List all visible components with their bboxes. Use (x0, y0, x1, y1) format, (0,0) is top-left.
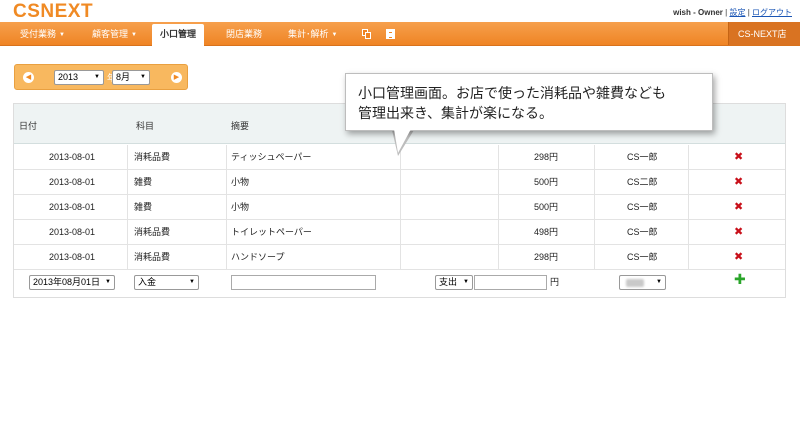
staff-select[interactable]: ▼ (619, 275, 666, 290)
table-row: 2013-08-01 消耗品費 トイレットペーパー 498円 CS一郎 ✖ (14, 220, 785, 245)
row-amount: 298円 (534, 152, 559, 162)
type-value: 入金 (138, 277, 157, 287)
direction-value: 支出 (439, 277, 458, 287)
store-label: CS-NEXT店 (738, 29, 787, 39)
chevron-right-icon: ▶ (173, 74, 180, 81)
month-value: 8月 (116, 72, 131, 82)
add-icon[interactable]: ✚ (734, 272, 746, 286)
row-memo: ティッシュペーパー (231, 152, 312, 162)
logout-link[interactable]: ログアウト (752, 8, 792, 17)
chevron-down-icon: ▼ (105, 279, 111, 285)
row-date: 2013-08-01 (49, 227, 96, 237)
amount-input[interactable] (474, 275, 547, 290)
separator: | (725, 8, 728, 17)
settings-link[interactable]: 設定 (729, 8, 745, 17)
nav-item-label: 小口管理 (160, 29, 197, 39)
delete-icon[interactable]: ✖ (734, 202, 744, 213)
nav-item-label: 集計･解析 (288, 29, 329, 39)
callout-tail-inner (394, 129, 411, 153)
row-date: 2013-08-01 (49, 202, 96, 212)
row-amount: 500円 (534, 202, 559, 212)
nav-item-label: 閉店業務 (226, 29, 263, 39)
separator: | (747, 8, 750, 17)
nav-item-customers[interactable]: 顧客管理 ▼ (92, 22, 137, 46)
annotation-callout: 小口管理画面。お店で使った消耗品や雑費なども 管理出来き、集計が楽になる。 (345, 73, 713, 131)
callout-text: 小口管理画面。お店で使った消耗品や雑費なども 管理出来き、集計が楽になる。 (358, 83, 666, 123)
callout-line-1: 小口管理画面。お店で使った消耗品や雑費なども (358, 85, 666, 101)
document-icon[interactable] (386, 29, 395, 39)
column-header-memo: 摘要 (231, 121, 250, 131)
nav-item-reception[interactable]: 受付業務 ▼ (20, 22, 65, 46)
row-amount: 298円 (534, 252, 559, 262)
callout-line-2: 管理出来き、集計が楽になる。 (358, 105, 554, 121)
row-category: 消耗品費 (134, 227, 171, 237)
amount-unit: 円 (550, 277, 560, 287)
blurred-staff-name (626, 279, 644, 287)
column-header-date: 日付 (19, 121, 38, 131)
nav-item-analytics[interactable]: 集計･解析 ▼ (288, 22, 337, 46)
chevron-down-icon: ▼ (189, 279, 195, 285)
chevron-down-icon: ▼ (463, 279, 469, 285)
date-value: 2013年08月01日 (33, 277, 101, 287)
row-category: 消耗品費 (134, 252, 171, 262)
chevron-down-icon: ▼ (94, 74, 100, 80)
chevron-down-icon: ▼ (140, 74, 146, 80)
chevron-down-icon: ▼ (656, 279, 662, 285)
row-staff: CS一郎 (627, 227, 658, 237)
column-header-category: 科目 (136, 121, 155, 131)
row-memo: 小物 (231, 177, 250, 187)
row-amount: 500円 (534, 177, 559, 187)
chevron-left-icon: ◀ (25, 74, 32, 81)
row-category: 雑費 (134, 202, 153, 212)
year-value: 2013 (58, 72, 79, 82)
app-logo[interactable]: CSNEXT (13, 1, 93, 23)
memo-input[interactable] (231, 275, 376, 290)
nav-item-label: 受付業務 (20, 29, 57, 39)
type-select[interactable]: 入金 ▼ (134, 275, 199, 290)
row-memo: トイレットペーパー (231, 227, 312, 237)
chevron-down-icon: ▼ (331, 32, 338, 38)
top-bar: CSNEXT wish - Owner | 設定 | ログアウト (0, 0, 800, 22)
year-select[interactable]: 2013 ▼ (54, 70, 104, 85)
nav-item-label: 顧客管理 (92, 29, 129, 39)
date-select[interactable]: 2013年08月01日 ▼ (29, 275, 115, 290)
nav-item-closing[interactable]: 閉店業務 (226, 22, 262, 46)
logo-text: CSNEXT (13, 1, 94, 22)
nav-item-petty-cash[interactable]: 小口管理 (152, 24, 205, 46)
delete-icon[interactable]: ✖ (734, 252, 744, 263)
store-menu[interactable]: CS-NEXT店 (728, 22, 800, 45)
delete-icon[interactable]: ✖ (734, 152, 744, 163)
user-bar: wish - Owner | 設定 | ログアウト (673, 7, 792, 18)
row-category: 消耗品費 (134, 152, 171, 162)
date-selector: ◀ 2013 ▼ 年 8月 ▼ ▶ (14, 64, 188, 90)
copy-icon[interactable] (362, 29, 371, 39)
row-memo: 小物 (231, 202, 250, 212)
row-staff: CS一郎 (627, 252, 658, 262)
row-category: 雑費 (134, 177, 153, 187)
row-staff: CS一郎 (627, 152, 658, 162)
table-row: 2013-08-01 雑費 小物 500円 CS二郎 ✖ (14, 170, 785, 195)
delete-icon[interactable]: ✖ (734, 177, 744, 188)
direction-select[interactable]: 支出 ▼ (435, 275, 473, 290)
row-amount: 498円 (534, 227, 559, 237)
new-entry-form: 2013年08月01日 ▼ 入金 ▼ 支出 ▼ 円 ▼ ✚ (14, 267, 785, 297)
table-row: 2013-08-01 雑費 小物 500円 CS一郎 ✖ (14, 195, 785, 220)
month-select[interactable]: 8月 ▼ (112, 70, 150, 85)
row-staff: CS一郎 (627, 202, 658, 212)
row-memo: ハンドソープ (231, 252, 285, 262)
row-date: 2013-08-01 (49, 252, 96, 262)
chevron-down-icon: ▼ (131, 32, 137, 38)
main-nav: 受付業務 ▼ 顧客管理 ▼ 小口管理 閉店業務 集計･解析 ▼ CS-NEXT店 (0, 22, 800, 46)
row-date: 2013-08-01 (49, 177, 96, 187)
row-staff: CS二郎 (627, 177, 658, 187)
row-date: 2013-08-01 (49, 152, 96, 162)
previous-month-button[interactable]: ◀ (23, 72, 34, 83)
next-month-button[interactable]: ▶ (171, 72, 182, 83)
user-name: wish - Owner (673, 8, 723, 17)
chevron-down-icon: ▼ (59, 32, 65, 38)
delete-icon[interactable]: ✖ (734, 227, 744, 238)
